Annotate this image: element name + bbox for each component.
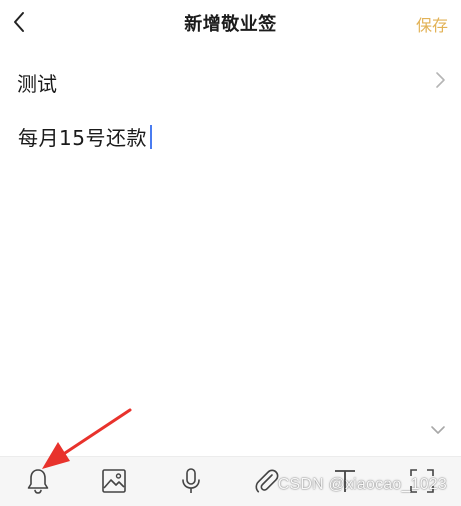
note-editor[interactable]: 每月15号还款 [18, 122, 152, 151]
image-icon [102, 469, 126, 493]
note-content: 每月15号还款 [18, 126, 147, 150]
collapse-keyboard-button[interactable] [429, 423, 447, 437]
voice-input-button[interactable] [175, 465, 207, 497]
save-button[interactable]: 保存 [416, 12, 448, 36]
watermark-text: CSDN @xiaocao_1023 [277, 476, 447, 493]
navigation-header: 新增敬业签 保存 [0, 0, 461, 46]
chevron-right-icon [436, 72, 445, 88]
insert-image-button[interactable] [98, 465, 130, 497]
bell-icon [27, 469, 49, 494]
text-cursor [149, 124, 152, 149]
microphone-icon [182, 468, 200, 493]
category-label: 测试 [17, 72, 57, 96]
reminder-button[interactable] [22, 465, 54, 497]
page-title: 新增敬业签 [184, 14, 277, 35]
category-selector[interactable]: 测试 [0, 58, 461, 104]
